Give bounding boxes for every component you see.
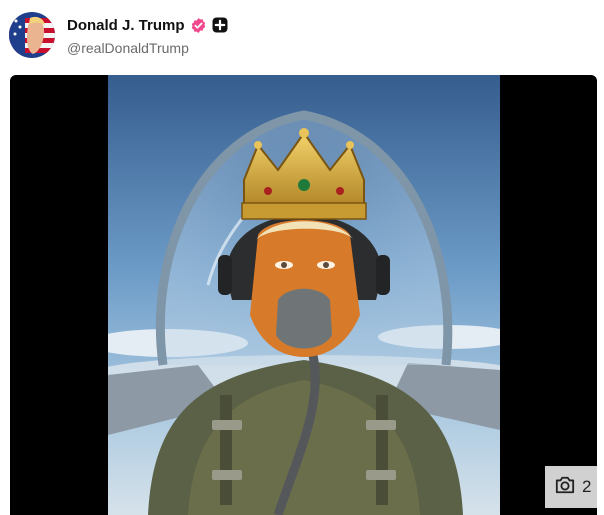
author-name-row: Donald J. Trump <box>67 15 228 35</box>
plus-badge-icon <box>212 17 228 33</box>
author-handle[interactable]: @realDonaldTrump <box>67 40 189 56</box>
post-image[interactable] <box>108 75 500 515</box>
media-count-badge[interactable]: 2 <box>545 466 597 508</box>
avatar[interactable] <box>9 12 55 58</box>
camera-icon <box>554 475 576 500</box>
post-header: Donald J. Trump @realDonaldTrump <box>0 0 604 72</box>
post-media[interactable] <box>10 75 597 515</box>
display-name[interactable]: Donald J. Trump <box>67 17 185 34</box>
verified-icon <box>190 17 207 34</box>
avatar-image <box>9 12 55 58</box>
media-count: 2 <box>582 477 592 496</box>
